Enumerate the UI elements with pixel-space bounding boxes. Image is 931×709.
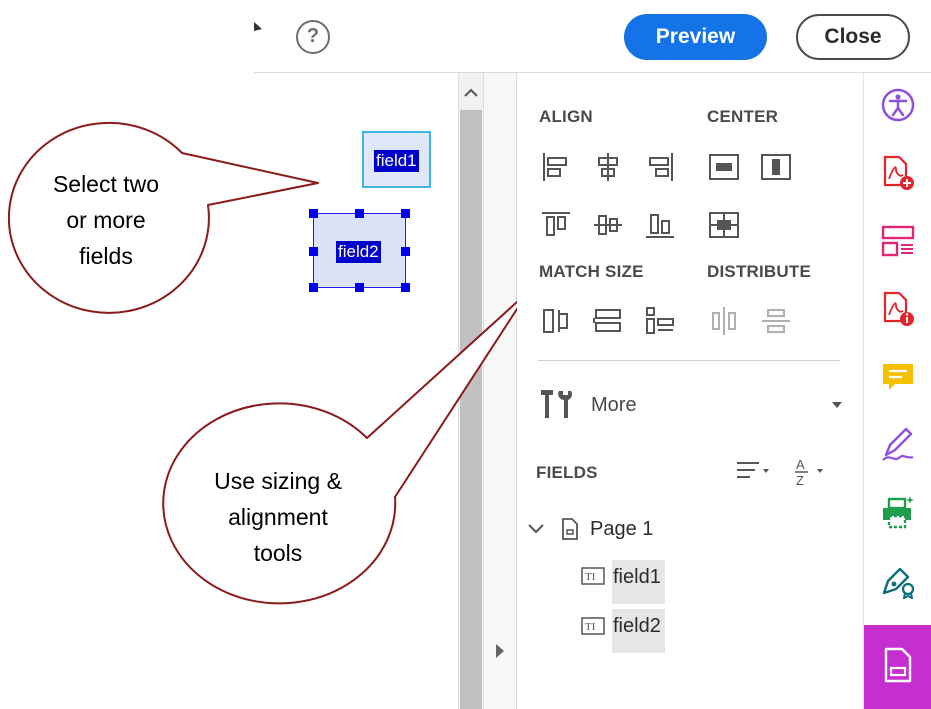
tools-wrench-icon: [541, 390, 573, 418]
align-bottom-icon[interactable]: [643, 208, 677, 242]
scrollbar-thumb[interactable]: [460, 110, 482, 709]
match-both-icon[interactable]: [643, 304, 677, 338]
sort-by-order-button[interactable]: [735, 455, 775, 487]
accessibility-icon: [881, 88, 915, 122]
tools-icon-rail: [863, 73, 931, 709]
help-button[interactable]: ?: [296, 20, 330, 54]
field-name-label: field1: [374, 150, 419, 172]
sort-az-icon: A Z: [795, 457, 823, 488]
center-section-title: CENTER: [707, 107, 779, 126]
resize-handle-bottom[interactable]: [355, 283, 364, 292]
cursor-arrow-icon: [254, 22, 262, 31]
certificates-icon: [882, 567, 915, 599]
resize-handle-bottom-left[interactable]: [309, 283, 318, 292]
organize-pages-icon: [881, 225, 915, 257]
close-button[interactable]: Close: [796, 14, 910, 60]
sort-order-icon: [737, 462, 769, 478]
callout-line: alignment: [228, 504, 328, 530]
comment-icon: [883, 364, 913, 390]
panel-collapse-strip[interactable]: [483, 73, 517, 709]
page-icon: [562, 518, 578, 540]
match-height-icon[interactable]: [591, 304, 625, 338]
scroll-up-arrow-icon[interactable]: [459, 83, 483, 103]
form-field-field2[interactable]: field2: [309, 209, 410, 292]
fields-section-title: FIELDS: [536, 463, 598, 482]
more-label: More: [591, 394, 637, 416]
rail-certificates[interactable]: [864, 549, 931, 617]
align-middle-icon[interactable]: [591, 208, 625, 242]
panel-divider: [538, 360, 840, 361]
resize-handle-top-right[interactable]: [401, 209, 410, 218]
svg-text:Z: Z: [796, 473, 804, 487]
rail-prepare-form[interactable]: [864, 625, 931, 709]
rail-create-pdf[interactable]: [864, 141, 931, 209]
callout-line: tools: [253, 540, 303, 566]
rail-print-production[interactable]: [864, 481, 931, 549]
tree-field-label: field2: [613, 615, 661, 637]
center-horizontally-icon[interactable]: [707, 150, 741, 184]
center-vertically-icon[interactable]: [759, 150, 793, 184]
top-toolbar: ? Preview Close: [254, 0, 931, 73]
chevron-down-icon: [832, 402, 842, 408]
tree-field-label: field1: [613, 566, 661, 588]
page-node-label: Page 1: [590, 518, 654, 540]
center-both-icon[interactable]: [707, 208, 741, 242]
vertical-scrollbar[interactable]: [458, 73, 483, 709]
align-right-icon[interactable]: [643, 150, 677, 184]
align-left-icon[interactable]: [539, 150, 573, 184]
svg-text:A: A: [796, 457, 805, 472]
svg-text:TI: TI: [585, 571, 596, 583]
rail-organize-pages[interactable]: [864, 209, 931, 277]
distribute-horizontally-icon: [759, 304, 793, 338]
fill-sign-icon: [882, 427, 914, 461]
match-size-section-title: MATCH SIZE: [539, 262, 644, 281]
callout-text-select: Select two or more fields: [16, 166, 196, 274]
align-center-horizontal-icon[interactable]: [591, 150, 625, 184]
rail-fill-sign[interactable]: [864, 413, 931, 481]
print-production-icon: [883, 496, 914, 529]
callout-line: Use sizing &: [214, 468, 342, 494]
callout-line: fields: [79, 243, 133, 269]
resize-handle-left[interactable]: [309, 247, 318, 256]
rail-pdf-info[interactable]: [864, 277, 931, 345]
distribute-section-title: DISTRIBUTE: [707, 262, 811, 281]
prepare-form-tools-panel: ALIGN CENTER MATCH SIZE DISTRIBUTE More …: [517, 73, 863, 709]
tree-page-node[interactable]: Page 1: [525, 507, 825, 551]
more-tools-dropdown[interactable]: More: [537, 383, 842, 427]
chevron-down-icon[interactable]: [528, 523, 544, 535]
svg-text:TI: TI: [585, 621, 596, 633]
resize-handle-top-left[interactable]: [309, 209, 318, 218]
callout-line: Select two: [52, 171, 160, 197]
match-width-icon[interactable]: [539, 304, 573, 338]
callout-line: or more: [66, 207, 146, 233]
rail-comment[interactable]: [864, 345, 931, 413]
create-pdf-icon: [883, 155, 914, 190]
resize-handle-top[interactable]: [355, 209, 364, 218]
callout-text-tools: Use sizing & alignment tools: [178, 463, 378, 571]
align-top-icon[interactable]: [539, 208, 573, 242]
align-section-title: ALIGN: [539, 107, 593, 126]
rail-accessibility[interactable]: [864, 73, 931, 141]
preview-button[interactable]: Preview: [624, 14, 767, 60]
field-name-label: field2: [336, 241, 381, 263]
text-field-icon: TI: [581, 617, 605, 635]
text-field-icon: TI: [581, 567, 605, 585]
expand-right-arrow-icon[interactable]: [494, 643, 506, 659]
resize-handle-right[interactable]: [401, 247, 410, 256]
resize-handle-bottom-right[interactable]: [401, 283, 410, 292]
pdf-info-icon: [883, 291, 914, 326]
sort-alphabetical-button[interactable]: A Z: [793, 455, 833, 488]
form-field-field1[interactable]: field1: [362, 131, 431, 188]
distribute-vertically-icon: [707, 304, 741, 338]
prepare-form-icon: [884, 647, 912, 683]
